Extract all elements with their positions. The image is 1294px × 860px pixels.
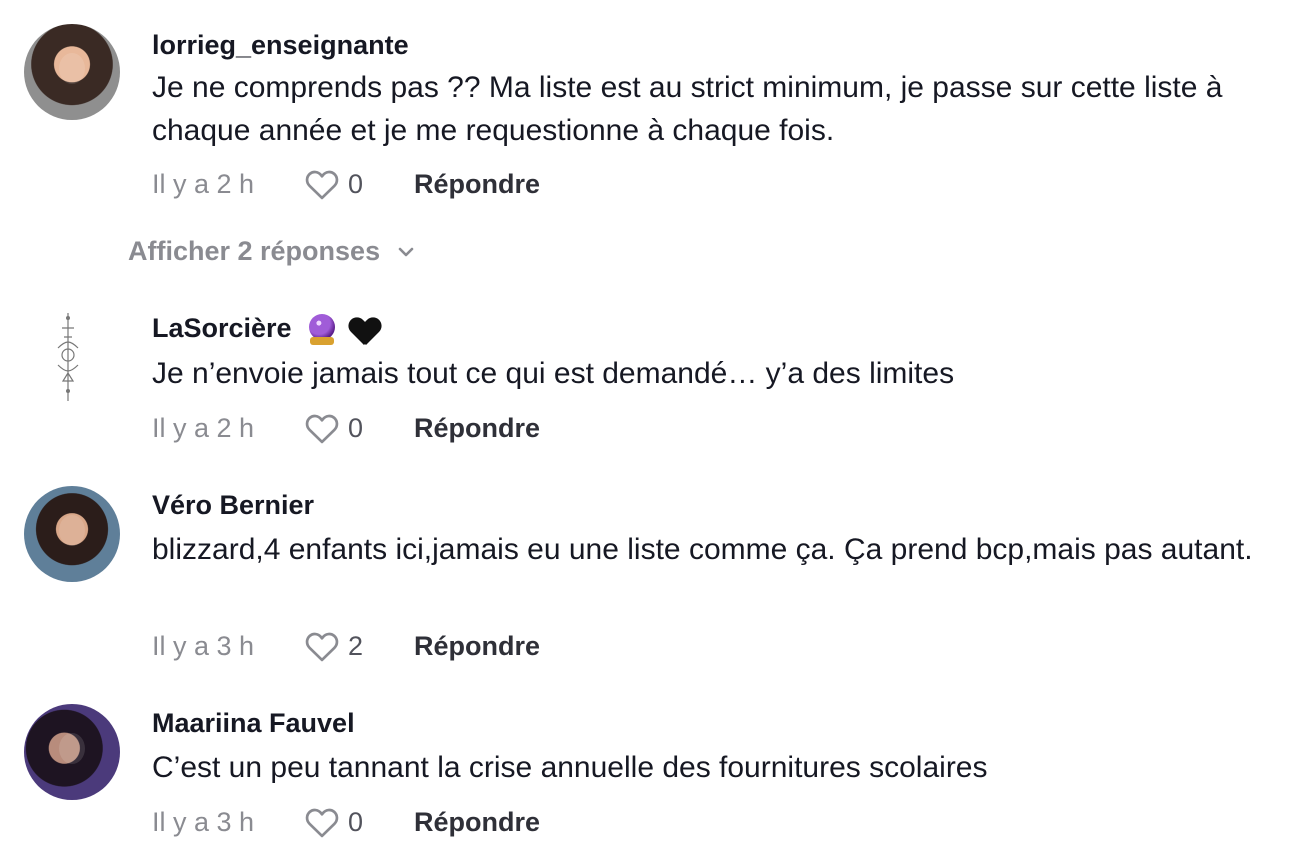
line-art-avatar	[57, 313, 79, 401]
heart-outline-icon	[305, 632, 339, 662]
crystal-ball-icon	[307, 314, 337, 346]
comment-meta: Il y a 2 h 0 Répondre	[152, 411, 540, 445]
reply-button[interactable]: Répondre	[414, 631, 540, 662]
black-heart-icon	[349, 315, 381, 345]
chevron-down-icon	[398, 247, 414, 256]
comment-username[interactable]: Véro Bernier	[152, 490, 314, 521]
like-button[interactable]: 0	[304, 805, 414, 839]
comment-text: C’est un peu tannant la crise annuelle d…	[152, 751, 988, 784]
comment-time: Il y a 3 h	[152, 630, 255, 661]
comment-time: Il y a 3 h	[152, 806, 255, 837]
comment-meta: Il y a 3 h 2 Répondre	[152, 629, 540, 663]
comment-text: blizzard,4 enfants ici,jamais eu une lis…	[152, 533, 1253, 566]
like-button[interactable]: 0	[304, 167, 414, 201]
comment-time: Il y a 2 h	[152, 168, 255, 199]
avatar-face	[59, 515, 85, 546]
avatar[interactable]	[48, 310, 88, 406]
comment-time: Il y a 2 h	[152, 412, 255, 443]
like-button[interactable]: 2	[304, 629, 414, 663]
avatar[interactable]	[24, 486, 120, 582]
heart-outline-icon	[305, 414, 339, 444]
like-count: 0	[348, 168, 364, 199]
username-text: LaSorcière	[152, 313, 292, 343]
comment-meta: Il y a 2 h 0 Répondre	[152, 167, 540, 201]
reply-button[interactable]: Répondre	[414, 169, 540, 200]
like-count: 0	[348, 412, 364, 443]
reply-button[interactable]: Répondre	[414, 413, 540, 444]
like-count: 2	[348, 630, 364, 661]
comment-username[interactable]: Maariina Fauvel	[152, 708, 355, 739]
avatar[interactable]	[24, 704, 120, 800]
like-count: 0	[348, 806, 364, 837]
comment-username[interactable]: lorrieg_enseignante	[152, 30, 409, 61]
comment-username[interactable]: LaSorcière	[152, 313, 381, 346]
show-replies-label: Afficher 2 réponses	[128, 236, 381, 266]
heart-outline-icon	[305, 170, 339, 200]
avatar[interactable]	[24, 24, 120, 120]
avatar-face	[59, 733, 85, 764]
reply-button[interactable]: Répondre	[414, 807, 540, 838]
comment-text: Je n’envoie jamais tout ce qui est deman…	[152, 357, 955, 390]
avatar-face	[59, 53, 85, 84]
show-replies-button[interactable]: Afficher 2 réponses	[128, 236, 416, 267]
heart-outline-icon	[305, 808, 339, 838]
comment-meta: Il y a 3 h 0 Répondre	[152, 805, 540, 839]
like-button[interactable]: 0	[304, 411, 414, 445]
comment-text: Je ne comprends pas ?? Ma liste est au s…	[152, 71, 1223, 147]
